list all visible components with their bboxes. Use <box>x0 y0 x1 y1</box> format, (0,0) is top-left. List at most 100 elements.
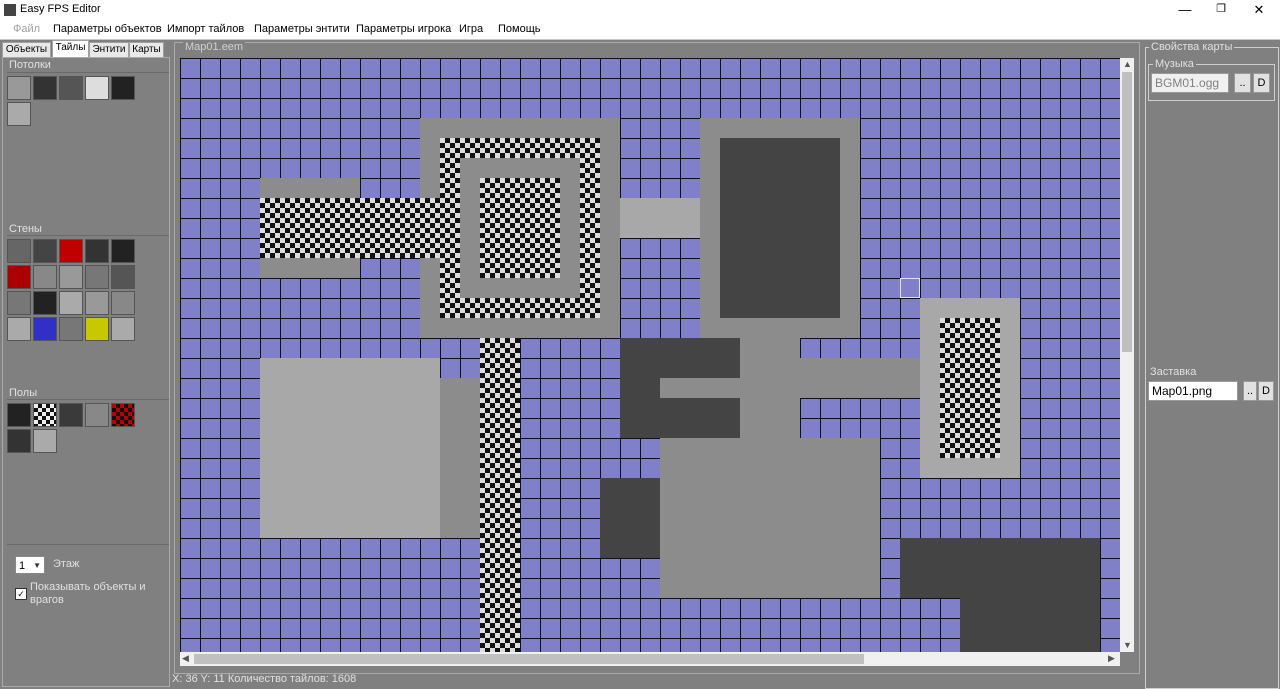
tile-swatch[interactable] <box>59 317 83 341</box>
tab-tiles[interactable]: Тайлы <box>52 40 89 57</box>
tile-swatch[interactable] <box>33 403 57 427</box>
tile-swatch[interactable] <box>85 403 109 427</box>
map-filename: Map01.eem <box>183 41 246 53</box>
tile-swatch[interactable] <box>59 76 83 100</box>
tab-entities[interactable]: Энтити <box>89 42 129 58</box>
tile-swatch[interactable] <box>33 265 57 289</box>
tile-swatch[interactable] <box>7 429 31 453</box>
tile-swatch[interactable] <box>111 317 135 341</box>
title-bar: Easy FPS Editor — ❐ ✕ <box>0 0 1280 20</box>
close-button[interactable]: ✕ <box>1240 0 1278 20</box>
tile-swatch[interactable] <box>111 76 135 100</box>
floor-label: Этаж <box>53 558 80 570</box>
window-title: Easy FPS Editor <box>20 3 101 15</box>
map-region <box>720 138 840 318</box>
map-region <box>260 258 360 278</box>
tile-swatch[interactable] <box>7 291 31 315</box>
tile-swatch[interactable] <box>85 76 109 100</box>
music-clear-button[interactable]: D <box>1253 73 1270 93</box>
tile-swatch[interactable] <box>85 265 109 289</box>
tile-swatch[interactable] <box>33 76 57 100</box>
floor-select[interactable]: 1 ▼ <box>15 556 45 574</box>
map-region <box>800 358 920 398</box>
music-file-field[interactable]: BGM01.ogg <box>1151 73 1229 93</box>
tile-swatch[interactable] <box>111 265 135 289</box>
music-title: Музыка <box>1153 58 1196 70</box>
map-region <box>260 198 440 258</box>
tab-objects[interactable]: Объекты <box>2 42 51 58</box>
tile-swatch[interactable] <box>59 265 83 289</box>
splash-clear-button[interactable]: D <box>1258 381 1274 401</box>
tile-swatch[interactable] <box>59 291 83 315</box>
map-region <box>600 478 660 558</box>
divider <box>7 235 169 236</box>
menu-file[interactable]: Файл <box>13 23 40 35</box>
map-region <box>900 538 1100 598</box>
map-region <box>480 178 560 278</box>
map-cursor <box>900 278 920 298</box>
floor-value: 1 <box>19 560 26 572</box>
tile-swatch[interactable] <box>7 102 31 126</box>
tile-swatch[interactable] <box>111 403 135 427</box>
scrollbar-thumb[interactable] <box>1122 72 1132 352</box>
floors-label: Полы <box>9 387 38 399</box>
menu-player-params[interactable]: Параметры игрока <box>356 23 451 35</box>
menu-help[interactable]: Помощь <box>498 23 541 35</box>
scroll-right-icon[interactable]: ▶ <box>1108 653 1115 664</box>
walls-label: Стены <box>9 223 42 235</box>
map-region <box>620 198 700 238</box>
map-region <box>940 318 1000 458</box>
tile-swatch[interactable] <box>7 403 31 427</box>
menu-bar: Файл Параметры объектов Импорт тайлов Па… <box>0 20 1280 39</box>
splash-browse-button[interactable]: .. <box>1243 381 1257 401</box>
map-properties-title: Свойства карты <box>1149 41 1235 53</box>
splash-label: Заставка <box>1150 366 1197 378</box>
menu-entity-params[interactable]: Параметры энтити <box>254 23 350 35</box>
scroll-up-icon[interactable]: ▲ <box>1123 59 1132 69</box>
chevron-down-icon: ▼ <box>33 561 41 570</box>
tile-swatch[interactable] <box>85 239 109 263</box>
horizontal-scrollbar[interactable]: ◀ ▶ <box>180 652 1120 666</box>
tile-swatch[interactable] <box>85 291 109 315</box>
music-browse-button[interactable]: .. <box>1234 73 1251 93</box>
menu-import-tiles[interactable]: Импорт тайлов <box>167 23 244 35</box>
show-objects-checkbox[interactable]: ✓ <box>15 588 27 600</box>
tile-swatch[interactable] <box>111 291 135 315</box>
tile-swatch[interactable] <box>7 76 31 100</box>
tab-maps[interactable]: Карты <box>129 42 164 58</box>
splash-file-field[interactable]: Map01.png <box>1148 381 1238 401</box>
map-region <box>960 598 1100 652</box>
menu-object-params[interactable]: Параметры объектов <box>53 23 162 35</box>
show-objects-label: Показывать объекты и врагов <box>30 581 146 606</box>
tile-swatch[interactable] <box>33 317 57 341</box>
tile-swatch[interactable] <box>7 317 31 341</box>
restore-button[interactable]: ❐ <box>1202 0 1240 20</box>
map-canvas[interactable] <box>180 58 1120 652</box>
tile-swatch[interactable] <box>7 239 31 263</box>
tile-swatch[interactable] <box>85 317 109 341</box>
tile-swatch[interactable] <box>7 265 31 289</box>
tiles-panel: Потолки Стены Полы 1 ▼ Этаж ✓ Показывать… <box>2 57 170 687</box>
scrollbar-thumb[interactable] <box>194 654 864 664</box>
status-bar: X: 36 Y: 11 Количество тайлов: 1608 <box>172 673 357 685</box>
tile-swatch[interactable] <box>33 429 57 453</box>
map-region <box>660 378 740 398</box>
tile-swatch[interactable] <box>59 239 83 263</box>
scroll-left-icon[interactable]: ◀ <box>182 653 189 664</box>
tile-swatch[interactable] <box>111 239 135 263</box>
menu-divider <box>0 39 1280 40</box>
app-icon <box>4 4 16 16</box>
vertical-scrollbar[interactable]: ▲ ▼ <box>1120 58 1134 652</box>
right-panel: Свойства карты Музыка BGM01.ogg .. D Зас… <box>1143 40 1280 689</box>
scroll-down-icon[interactable]: ▼ <box>1123 640 1132 650</box>
tile-swatch[interactable] <box>33 291 57 315</box>
menu-game[interactable]: Игра <box>459 23 483 35</box>
divider <box>7 399 169 400</box>
tile-swatch[interactable] <box>33 239 57 263</box>
minimize-button[interactable]: — <box>1166 0 1204 20</box>
ceilings-label: Потолки <box>9 59 51 71</box>
map-region <box>480 338 520 652</box>
divider <box>7 544 169 545</box>
tile-swatch[interactable] <box>59 403 83 427</box>
left-panel: Объекты Тайлы Энтити Карты Потолки Стены… <box>0 40 170 687</box>
